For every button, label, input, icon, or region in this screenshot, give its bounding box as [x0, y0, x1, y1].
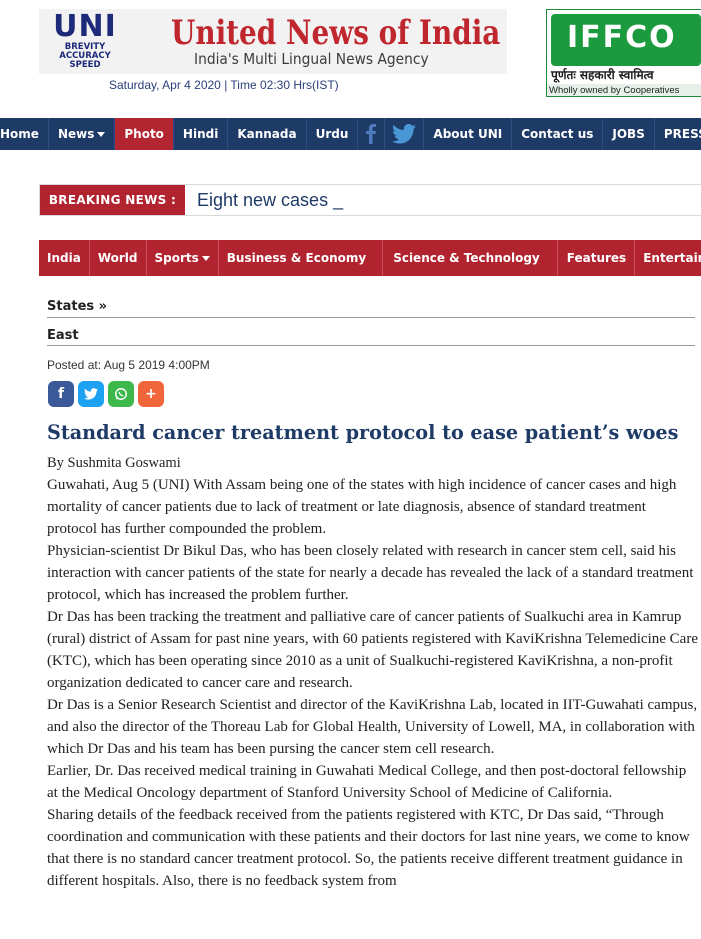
top-navigation: Home News Photo Hindi Kannada Urdu About…: [0, 118, 701, 150]
nav-home[interactable]: Home: [0, 118, 49, 150]
share-twitter-button[interactable]: [78, 381, 104, 407]
chevron-down-icon: [201, 255, 210, 261]
twitter-icon[interactable]: [385, 118, 425, 150]
nav-press[interactable]: PRESS: [655, 118, 701, 150]
article-paragraph: Physician-scientist Dr Bikul Das, who ha…: [47, 543, 694, 603]
share-facebook-button[interactable]: f: [48, 381, 74, 407]
uni-logo: UNI BREVITY ACCURACY SPEED: [53, 11, 117, 70]
breaking-news-label: BREAKING NEWS :: [40, 185, 185, 215]
breadcrumb-east[interactable]: East: [47, 328, 79, 343]
nav-news-label: News: [57, 127, 95, 141]
divider: [47, 317, 695, 318]
share-more-button[interactable]: +: [138, 381, 164, 407]
plus-icon: +: [145, 386, 157, 402]
iffco-logo-box: IFFCO: [551, 14, 701, 66]
twitter-icon: [84, 388, 98, 400]
category-science-technology[interactable]: Science & Technology: [383, 240, 558, 276]
article-paragraph: Earlier, Dr. Das received medical traini…: [47, 763, 687, 801]
nav-about-uni[interactable]: About UNI: [424, 118, 513, 150]
chevron-down-icon: [97, 131, 106, 137]
category-features[interactable]: Features: [558, 240, 636, 276]
facebook-icon[interactable]: [358, 118, 386, 150]
nav-jobs[interactable]: JOBS: [603, 118, 655, 150]
article-paragraph: Dr Das is a Senior Research Scientist an…: [47, 697, 698, 757]
breadcrumb-states[interactable]: States »: [47, 299, 107, 314]
iffco-logo-text: IFFCO: [567, 20, 677, 55]
category-world[interactable]: World: [90, 240, 147, 276]
site-logo-banner[interactable]: UNI BREVITY ACCURACY SPEED United News o…: [39, 9, 507, 74]
date-time-line: Saturday, Apr 4 2020 | Time 02:30 Hrs(IS…: [109, 78, 339, 92]
article-headline: Standard cancer treatment protocol to ea…: [47, 420, 679, 444]
uni-logo-mark: UNI: [53, 9, 117, 44]
category-sports-label: Sports: [154, 251, 199, 265]
breaking-news-ticker: BREAKING NEWS : Eight new cases _: [39, 184, 701, 216]
site-subtitle: India's Multi Lingual News Agency: [194, 50, 429, 68]
nav-kannada[interactable]: Kannada: [228, 118, 307, 150]
facebook-icon: f: [57, 386, 65, 402]
article-paragraph: Sharing details of the feedback received…: [47, 807, 690, 889]
iffco-footer-text: Wholly owned by Cooperatives: [547, 84, 701, 96]
category-business-economy[interactable]: Business & Economy: [219, 240, 384, 276]
article-paragraph: Guwahati, Aug 5 (UNI) With Assam being o…: [47, 477, 677, 537]
article-paragraph: Dr Das has been tracking the treatment a…: [47, 609, 698, 691]
whatsapp-icon: [115, 388, 127, 400]
iffco-advertisement[interactable]: IFFCO पूर्णतः सहकारी स्वामित्व Wholly ow…: [546, 9, 701, 97]
nav-urdu[interactable]: Urdu: [307, 118, 359, 150]
share-buttons: f +: [48, 381, 164, 407]
site-name: United News of India: [171, 13, 501, 53]
uni-logo-tag-speed: SPEED: [69, 60, 101, 70]
posted-timestamp: Posted at: Aug 5 2019 4:00PM: [47, 358, 210, 372]
nav-contact-us[interactable]: Contact us: [512, 118, 604, 150]
nav-news[interactable]: News: [49, 118, 116, 150]
article-byline: By Sushmita Goswami: [47, 455, 181, 471]
category-sports[interactable]: Sports: [147, 240, 219, 276]
category-india[interactable]: India: [39, 240, 90, 276]
nav-photo[interactable]: Photo: [115, 118, 174, 150]
category-entertainment[interactable]: Entertainment: [635, 240, 701, 276]
breaking-news-headline[interactable]: Eight new cases _: [197, 190, 343, 211]
category-navigation: India World Sports Business & Economy Sc…: [39, 240, 701, 276]
iffco-hindi-tagline: पूर्णतः सहकारी स्वामित्व: [551, 68, 654, 82]
article-body: Guwahati, Aug 5 (UNI) With Assam being o…: [47, 474, 699, 892]
divider: [47, 345, 695, 346]
share-whatsapp-button[interactable]: [108, 381, 134, 407]
nav-hindi[interactable]: Hindi: [174, 118, 229, 150]
